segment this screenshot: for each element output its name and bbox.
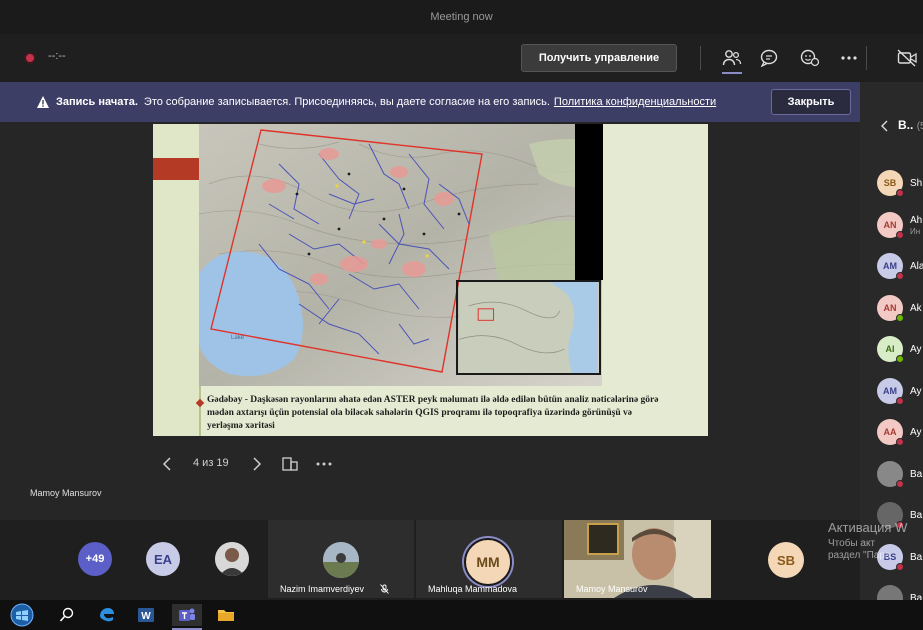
participant-row[interactable]: SB Sh — [877, 170, 923, 198]
presence-status-icon — [896, 230, 904, 239]
banner-text: Это собрание записывается. Присоединяясь… — [143, 96, 550, 108]
slide-grid-icon[interactable] — [281, 455, 299, 473]
presence-status-icon — [896, 396, 904, 405]
close-banner-button[interactable]: Закрыть — [771, 89, 851, 115]
search-icon[interactable] — [55, 604, 79, 626]
slide-more-icon[interactable] — [315, 455, 333, 473]
meeting-timer: --:-- — [48, 50, 66, 62]
windows-taskbar: W — [0, 600, 923, 630]
chat-icon[interactable] — [758, 47, 780, 69]
participants-icon[interactable] — [721, 47, 743, 69]
file-explorer-icon[interactable] — [214, 604, 238, 626]
participant-name: Ba — [910, 468, 923, 480]
window-title: Meeting now — [430, 11, 493, 23]
panel-back-icon[interactable] — [881, 120, 889, 132]
participant-avatar — [877, 585, 903, 600]
video-tile-mamoy[interactable]: Mamoy Mansurov — [564, 520, 711, 598]
recording-indicator-icon — [24, 52, 36, 64]
warning-icon — [37, 96, 49, 108]
word-icon[interactable]: W — [134, 604, 158, 626]
inset-locator-map — [456, 280, 601, 375]
reactions-icon[interactable] — [799, 47, 821, 69]
camera-off-icon[interactable] — [897, 47, 919, 69]
meeting-controls-bar: --:-- Получить управление — [0, 34, 923, 82]
participant-row[interactable]: AN Ak — [877, 294, 923, 323]
privacy-policy-link[interactable]: Политика конфиденциальности — [554, 96, 716, 108]
slide-pager: 4 из 19 — [160, 452, 350, 476]
participant-row[interactable]: AN Ah Ин — [877, 211, 923, 240]
participant-name: Ah — [910, 214, 923, 226]
windows-activation-watermark: Активация W Чтобы акт раздел "Пара — [828, 520, 923, 580]
recording-banner: Запись начата. Это собрание записывается… — [0, 82, 860, 122]
presence-status-icon — [896, 438, 904, 446]
participants-strip: +49 EA Nazim Imamverdiyev MM Mahluqa Mam… — [0, 520, 860, 600]
banner-title: Запись начата. — [56, 96, 138, 108]
slide-accent-block — [153, 158, 199, 180]
more-participants-badge[interactable]: +49 — [78, 542, 112, 576]
title-bar: Meeting now — [0, 0, 923, 34]
shared-content-stage: Lake Gədəbəy - Daşkəsən rayonlarını əhat… — [0, 122, 860, 520]
participant-name: Sh — [910, 178, 923, 189]
participant-name: Ay — [910, 344, 922, 355]
video-tile-mahluqa[interactable]: MM Mahluqa Mammadova — [416, 520, 562, 598]
participant-row[interactable]: Ba — [877, 460, 923, 489]
more-options-icon[interactable] — [838, 47, 860, 69]
presenter-name: Mamoy Mansurov — [30, 488, 102, 498]
panel-count: (5 — [916, 121, 923, 132]
presentation-slide: Lake Gədəbəy - Daşkəsən rayonlarını əhat… — [153, 124, 708, 436]
take-control-button[interactable]: Получить управление — [521, 44, 677, 72]
svg-text:W: W — [141, 611, 151, 622]
watermark-line-2: Чтобы акт — [828, 538, 876, 549]
participant-row[interactable]: AI Ay — [877, 336, 923, 364]
tile-name-mahluqa: Mahluqa Mammadova — [428, 584, 518, 594]
presence-status-icon — [896, 272, 904, 280]
teams-meeting-window: Meeting now --:-- Получить управление За… — [0, 0, 923, 630]
participant-row[interactable]: AM Ay — [877, 377, 923, 406]
previous-slide-icon[interactable] — [160, 455, 174, 473]
presence-status-icon — [896, 479, 904, 488]
participant-row[interactable]: AA Ay — [877, 419, 923, 447]
participant-row[interactable]: AM Ala — [877, 253, 923, 281]
participant-photo-avatar[interactable] — [215, 542, 249, 576]
next-slide-icon[interactable] — [250, 455, 264, 473]
participant-name: Ba — [910, 593, 923, 600]
participant-avatar-sb[interactable]: SB — [768, 542, 804, 578]
presence-status-icon — [896, 313, 904, 322]
watermark-line-3: раздел "Пара — [828, 550, 891, 561]
panel-title-text: В.. — [898, 118, 914, 132]
mic-off-icon — [380, 584, 389, 594]
mahluqa-avatar: MM — [464, 538, 512, 586]
video-tile-nazim[interactable]: Nazim Imamverdiyev — [268, 520, 414, 598]
participant-name: Ala — [910, 261, 923, 272]
participant-row[interactable]: Ba — [877, 585, 923, 600]
teams-icon[interactable] — [172, 604, 202, 626]
lake-label: Lake — [231, 335, 245, 341]
tile-name-mamoy: Mamoy Mansurov — [576, 584, 648, 594]
participant-avatar-ea[interactable]: EA — [146, 542, 180, 576]
watermark-line-1: Активация W — [828, 520, 908, 535]
participant-name: Ay — [910, 427, 922, 438]
participant-subtitle: Ин — [910, 226, 921, 236]
presence-status-icon — [896, 189, 904, 197]
active-tab-underline — [722, 72, 742, 74]
slide-caption: Gədəbəy - Daşkəsən rayonlarını əhatə edə… — [207, 395, 659, 431]
controls-divider-2 — [866, 46, 867, 70]
page-counter: 4 из 19 — [193, 457, 229, 469]
edge-browser-icon[interactable] — [95, 604, 119, 626]
participant-name: Ak — [910, 302, 922, 314]
presence-status-icon — [896, 355, 904, 363]
start-button-icon[interactable] — [8, 603, 36, 627]
tile-name-nazim: Nazim Imamverdiyev — [280, 584, 365, 594]
controls-divider — [700, 46, 701, 70]
participant-name: Ay — [910, 385, 922, 397]
panel-title: В.. (5 — [898, 118, 923, 132]
nazim-photo-avatar — [323, 542, 359, 578]
slide-black-panel — [575, 124, 603, 280]
